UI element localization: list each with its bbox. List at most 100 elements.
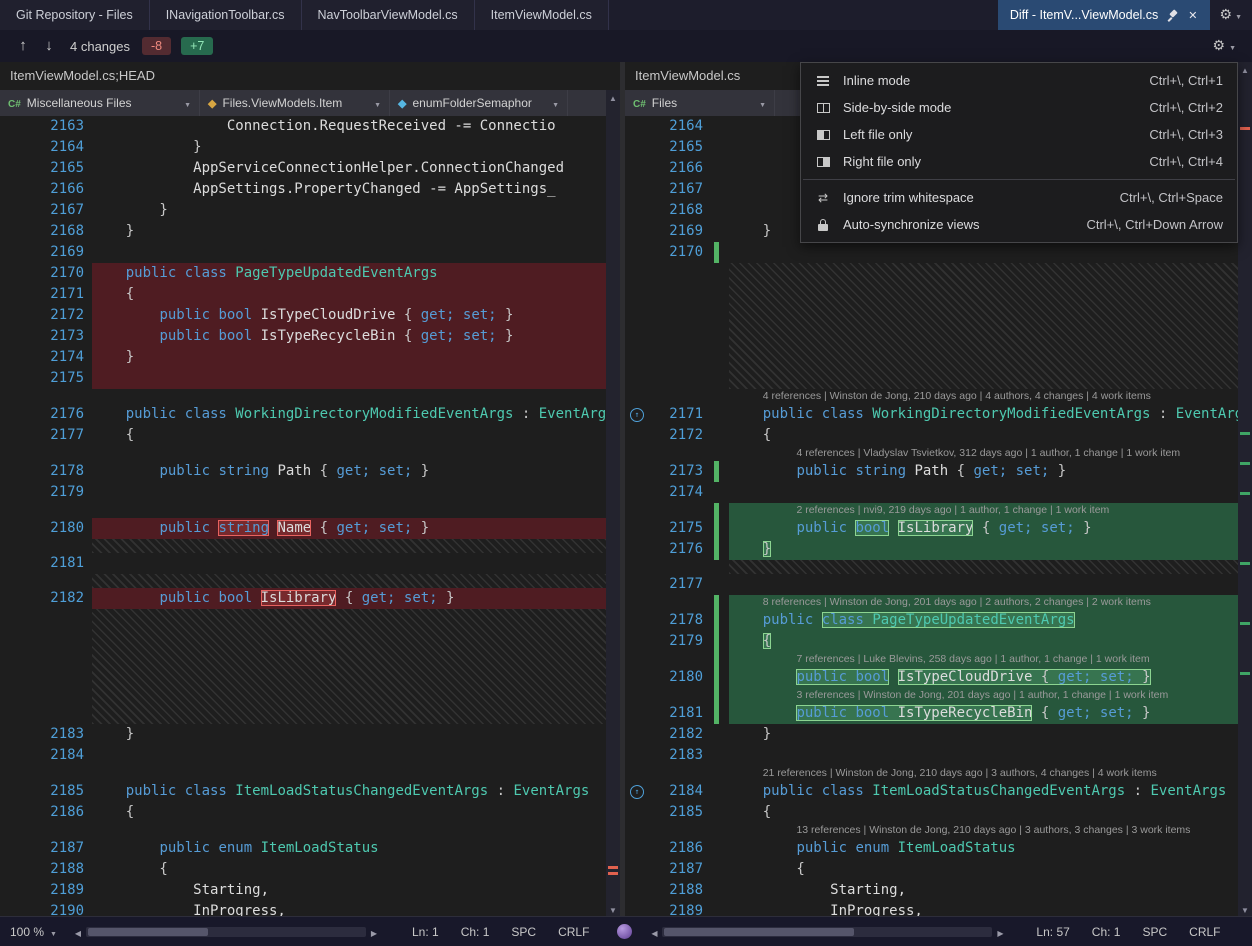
- project-dropdown[interactable]: Files: [625, 90, 775, 116]
- code-line[interactable]: public string Name { get; set; }: [92, 518, 606, 539]
- tab-git-repository-files[interactable]: Git Repository - Files: [0, 0, 150, 30]
- code-line[interactable]: {: [92, 284, 606, 305]
- code-line[interactable]: public enum ItemLoadStatus: [92, 838, 606, 859]
- right-column-indicator[interactable]: Ch: 1: [1092, 925, 1121, 939]
- code-line[interactable]: {: [92, 425, 606, 446]
- member-dropdown[interactable]: enumFolderSemaphor: [390, 90, 568, 116]
- code-line[interactable]: {: [729, 859, 1238, 880]
- code-line[interactable]: InProgress,: [92, 901, 606, 916]
- code-line[interactable]: {: [729, 631, 1238, 652]
- code-line[interactable]: {: [92, 802, 606, 823]
- code-line[interactable]: [92, 553, 606, 574]
- right-eol-indicator[interactable]: CRLF: [1189, 925, 1220, 939]
- code-line[interactable]: public class WorkingDirectoryModifiedEve…: [729, 404, 1238, 425]
- scroll-down-arrow[interactable]: [1238, 902, 1252, 916]
- code-line[interactable]: public bool IsTypeRecycleBin { get; set;…: [729, 703, 1238, 724]
- codelens-text[interactable]: 3 references | Winston de Jong, 201 days…: [729, 688, 1238, 703]
- code-line[interactable]: public enum ItemLoadStatus: [729, 838, 1238, 859]
- code-line[interactable]: {: [92, 859, 606, 880]
- tab-itemviewmodel-cs[interactable]: ItemViewModel.cs: [475, 0, 609, 30]
- codelens-text[interactable]: 4 references | Winston de Jong, 210 days…: [729, 389, 1238, 404]
- code-line[interactable]: }: [92, 200, 606, 221]
- left-vertical-scrollbar[interactable]: [606, 90, 620, 916]
- pin-icon[interactable]: [1167, 9, 1179, 22]
- codelens-text[interactable]: 7 references | Luke Blevins, 258 days ag…: [729, 652, 1238, 667]
- code-line[interactable]: {: [729, 425, 1238, 446]
- codelens-text[interactable]: 21 references | Winston de Jong, 210 day…: [729, 766, 1238, 781]
- code-line[interactable]: public class ItemLoadStatusChangedEventA…: [729, 781, 1238, 802]
- code-line[interactable]: AppServiceConnectionHelper.ConnectionCha…: [92, 158, 606, 179]
- diff-region-icon[interactable]: [630, 785, 644, 799]
- left-eol-indicator[interactable]: CRLF: [558, 925, 589, 939]
- code-line[interactable]: public class ItemLoadStatusChangedEventA…: [92, 781, 606, 802]
- code-line[interactable]: public bool IsLibrary { get; set; }: [729, 518, 1238, 539]
- code-line[interactable]: [92, 242, 606, 263]
- code-line[interactable]: [729, 242, 1238, 263]
- code-line[interactable]: public string Path { get; set; }: [729, 461, 1238, 482]
- tab-navtoolbarviewmodel-cs[interactable]: NavToolbarViewModel.cs: [302, 0, 475, 30]
- code-line[interactable]: Starting,: [729, 880, 1238, 901]
- code-line[interactable]: Starting,: [92, 880, 606, 901]
- right-horizontal-scrollbar[interactable]: [662, 927, 992, 937]
- codelens-text[interactable]: 8 references | Winston de Jong, 201 days…: [729, 595, 1238, 610]
- tab-diff-preview[interactable]: Diff - ItemV...ViewModel.cs: [998, 0, 1210, 30]
- codelens-text[interactable]: 4 references | Vladyslav Tsvietkov, 312 …: [729, 446, 1238, 461]
- status-indicator-icon[interactable]: [617, 924, 632, 939]
- right-line-indicator[interactable]: Ln: 57: [1036, 925, 1069, 939]
- scroll-left-arrow[interactable]: [70, 925, 86, 939]
- previous-change-button[interactable]: [10, 37, 36, 55]
- menu-item-left-file-only[interactable]: Left file only Ctrl+\, Ctrl+3: [801, 121, 1237, 148]
- scroll-down-arrow[interactable]: [606, 902, 620, 916]
- menu-item-inline-mode[interactable]: Inline mode Ctrl+\, Ctrl+1: [801, 67, 1237, 94]
- diff-settings-button[interactable]: [1207, 35, 1243, 57]
- menu-item-side-by-side-mode[interactable]: Side-by-side mode Ctrl+\, Ctrl+2: [801, 94, 1237, 121]
- code-line[interactable]: {: [729, 802, 1238, 823]
- code-line[interactable]: [92, 745, 606, 766]
- code-line[interactable]: public class PageTypeUpdatedEventArgs: [92, 263, 606, 284]
- scrollbar-thumb[interactable]: [88, 928, 208, 936]
- code-line[interactable]: public bool IsTypeCloudDrive { get; set;…: [92, 305, 606, 326]
- code-line[interactable]: public bool IsLibrary { get; set; }: [92, 588, 606, 609]
- menu-item-auto-synchronize-views[interactable]: Auto-synchronize views Ctrl+\, Ctrl+Down…: [801, 211, 1237, 238]
- code-line[interactable]: public bool IsTypeRecycleBin { get; set;…: [92, 326, 606, 347]
- scrollbar-thumb[interactable]: [664, 928, 854, 936]
- scroll-left-arrow[interactable]: [646, 925, 662, 939]
- left-column-indicator[interactable]: Ch: 1: [461, 925, 490, 939]
- zoom-control[interactable]: 100 %: [0, 925, 70, 939]
- project-dropdown[interactable]: Miscellaneous Files: [0, 90, 200, 116]
- menu-item-right-file-only[interactable]: Right file only Ctrl+\, Ctrl+4: [801, 148, 1237, 175]
- code-line[interactable]: public bool IsTypeCloudDrive { get; set;…: [729, 667, 1238, 688]
- codelens-text[interactable]: 2 references | nvi9, 219 days ago | 1 au…: [729, 503, 1238, 518]
- code-line[interactable]: [729, 482, 1238, 503]
- code-line[interactable]: public class PageTypeUpdatedEventArgs: [729, 610, 1238, 631]
- code-line[interactable]: }: [92, 137, 606, 158]
- right-vertical-scrollbar[interactable]: [1238, 62, 1252, 916]
- diff-region-icon[interactable]: [630, 408, 644, 422]
- code-line[interactable]: }: [92, 347, 606, 368]
- code-line[interactable]: InProgress,: [729, 901, 1238, 916]
- right-indent-indicator[interactable]: SPC: [1142, 925, 1167, 939]
- code-line[interactable]: }: [92, 724, 606, 745]
- left-editor[interactable]: 2163 Connection.RequestReceived -= Conne…: [0, 116, 606, 916]
- left-indent-indicator[interactable]: SPC: [511, 925, 536, 939]
- menu-item-ignore-trim-whitespace[interactable]: Ignore trim whitespace Ctrl+\, Ctrl+Spac…: [801, 184, 1237, 211]
- scroll-right-arrow[interactable]: [992, 925, 1008, 939]
- scroll-up-arrow[interactable]: [1238, 62, 1252, 76]
- code-line[interactable]: Connection.RequestReceived -= Connectio: [92, 116, 606, 137]
- codelens-text[interactable]: 13 references | Winston de Jong, 210 day…: [729, 823, 1238, 838]
- next-change-button[interactable]: [36, 37, 62, 55]
- code-line[interactable]: [729, 745, 1238, 766]
- scroll-right-arrow[interactable]: [366, 925, 382, 939]
- close-icon[interactable]: [1188, 8, 1197, 22]
- left-horizontal-scrollbar[interactable]: [86, 927, 366, 937]
- code-line[interactable]: public class WorkingDirectoryModifiedEve…: [92, 404, 606, 425]
- code-line[interactable]: AppSettings.PropertyChanged -= AppSettin…: [92, 179, 606, 200]
- code-line[interactable]: [729, 574, 1238, 595]
- code-line[interactable]: [92, 482, 606, 503]
- code-line[interactable]: }: [729, 724, 1238, 745]
- left-line-indicator[interactable]: Ln: 1: [412, 925, 439, 939]
- type-dropdown[interactable]: Files.ViewModels.Item: [200, 90, 390, 116]
- tab-bar-options-button[interactable]: [1210, 0, 1252, 30]
- scroll-up-arrow[interactable]: [606, 90, 620, 104]
- tab-inavigationtoolbar-cs[interactable]: INavigationToolbar.cs: [150, 0, 302, 30]
